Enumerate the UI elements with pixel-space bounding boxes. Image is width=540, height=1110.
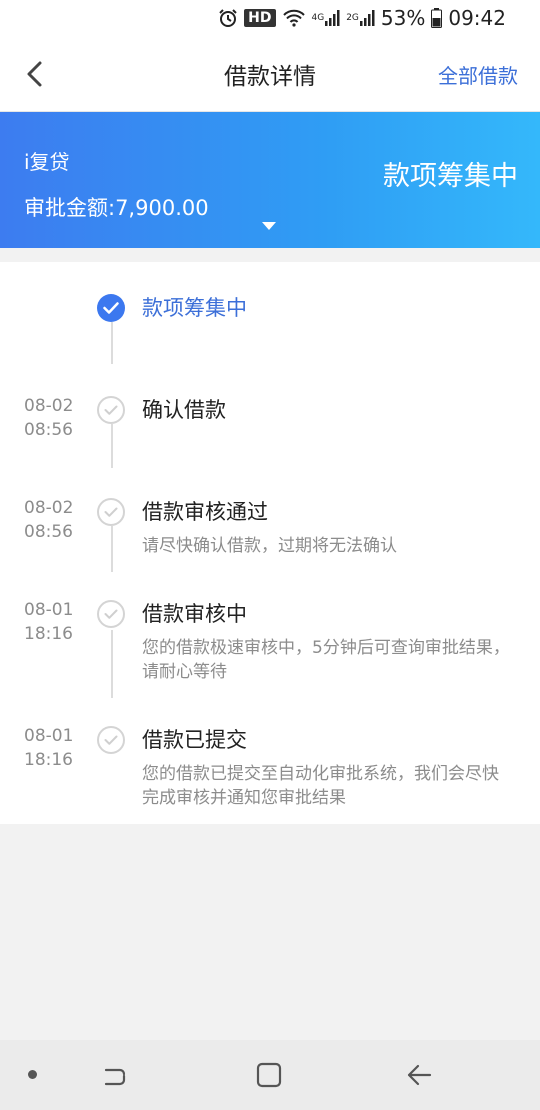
product-name: i复贷 bbox=[24, 150, 70, 174]
home-square-icon bbox=[256, 1062, 282, 1088]
back-button[interactable] bbox=[14, 54, 54, 94]
status-bar: HD 4G 2G 53% 09:42 bbox=[0, 0, 540, 36]
step-title: 借款审核中 bbox=[142, 602, 247, 626]
loan-timeline: 款项筹集中 08-02 08:56 确认借款 08-02 08:56 借款审核通… bbox=[0, 262, 540, 824]
clock-time: 09:42 bbox=[448, 6, 506, 30]
home-button[interactable] bbox=[256, 1062, 282, 1092]
step-title: 确认借款 bbox=[142, 398, 226, 422]
battery-icon bbox=[431, 8, 443, 28]
signal-4g-icon: 4G bbox=[312, 9, 341, 27]
loan-status: 款项筹集中 bbox=[383, 161, 518, 192]
step-datetime: 08-02 08:56 bbox=[24, 496, 73, 544]
all-loans-link[interactable]: 全部借款 bbox=[438, 60, 518, 89]
expand-down-icon[interactable] bbox=[262, 222, 276, 230]
hd-badge: HD bbox=[244, 9, 276, 27]
app-header: 借款详情 全部借款 bbox=[0, 36, 540, 112]
system-nav-bar bbox=[0, 1040, 540, 1110]
timeline-connector bbox=[111, 526, 113, 572]
check-circle-icon bbox=[97, 600, 125, 628]
step-title: 款项筹集中 bbox=[142, 296, 247, 320]
step-title: 借款已提交 bbox=[142, 728, 247, 752]
step-datetime: 08-01 18:16 bbox=[24, 724, 73, 772]
nav-dot-icon bbox=[28, 1070, 37, 1079]
step-date: 08-02 bbox=[24, 498, 74, 518]
battery-level: 53% bbox=[380, 6, 426, 30]
chevron-left-icon bbox=[27, 61, 42, 87]
timeline-connector bbox=[111, 630, 113, 698]
alarm-icon bbox=[218, 8, 238, 28]
wifi-icon bbox=[282, 8, 306, 28]
step-description: 您的借款已提交至自动化审批系统，我们会尽快完成审核并通知您审批结果 bbox=[142, 764, 499, 808]
approval-amount: 审批金额:7,900.00 bbox=[24, 196, 209, 220]
back-arrow-icon bbox=[407, 1064, 432, 1086]
checked-circle-icon bbox=[97, 294, 125, 322]
timeline-connector bbox=[111, 322, 113, 364]
page-title: 借款详情 bbox=[224, 63, 316, 90]
loan-summary-banner[interactable]: i复贷 审批金额:7,900.00 款项筹集中 bbox=[0, 112, 540, 248]
check-circle-icon bbox=[97, 726, 125, 754]
step-datetime: 08-02 08:56 bbox=[24, 394, 73, 442]
net-4g-label: 4G bbox=[311, 12, 325, 23]
recent-apps-button[interactable] bbox=[102, 1060, 132, 1094]
step-date: 08-02 bbox=[24, 396, 74, 416]
step-date: 08-01 bbox=[24, 600, 74, 620]
timeline-connector bbox=[111, 424, 113, 468]
step-time: 18:16 bbox=[24, 624, 73, 644]
step-time: 08:56 bbox=[24, 420, 73, 440]
step-datetime: 08-01 18:16 bbox=[24, 598, 73, 646]
step-title: 借款审核通过 bbox=[142, 500, 268, 524]
signal-2g-icon: 2G bbox=[346, 9, 375, 27]
step-description: 请尽快确认借款，过期将无法确认 bbox=[142, 536, 397, 556]
step-time: 08:56 bbox=[24, 522, 73, 542]
step-date: 08-01 bbox=[24, 726, 74, 746]
net-2g-label: 2G bbox=[346, 12, 359, 23]
system-back-button[interactable] bbox=[404, 1060, 434, 1094]
recent-apps-icon bbox=[104, 1068, 126, 1086]
check-circle-icon bbox=[97, 498, 125, 526]
step-time: 18:16 bbox=[24, 750, 73, 770]
step-description: 您的借款极速审核中，5分钟后可查询审批结果，请耐心等待 bbox=[142, 638, 510, 682]
check-circle-icon bbox=[97, 396, 125, 424]
